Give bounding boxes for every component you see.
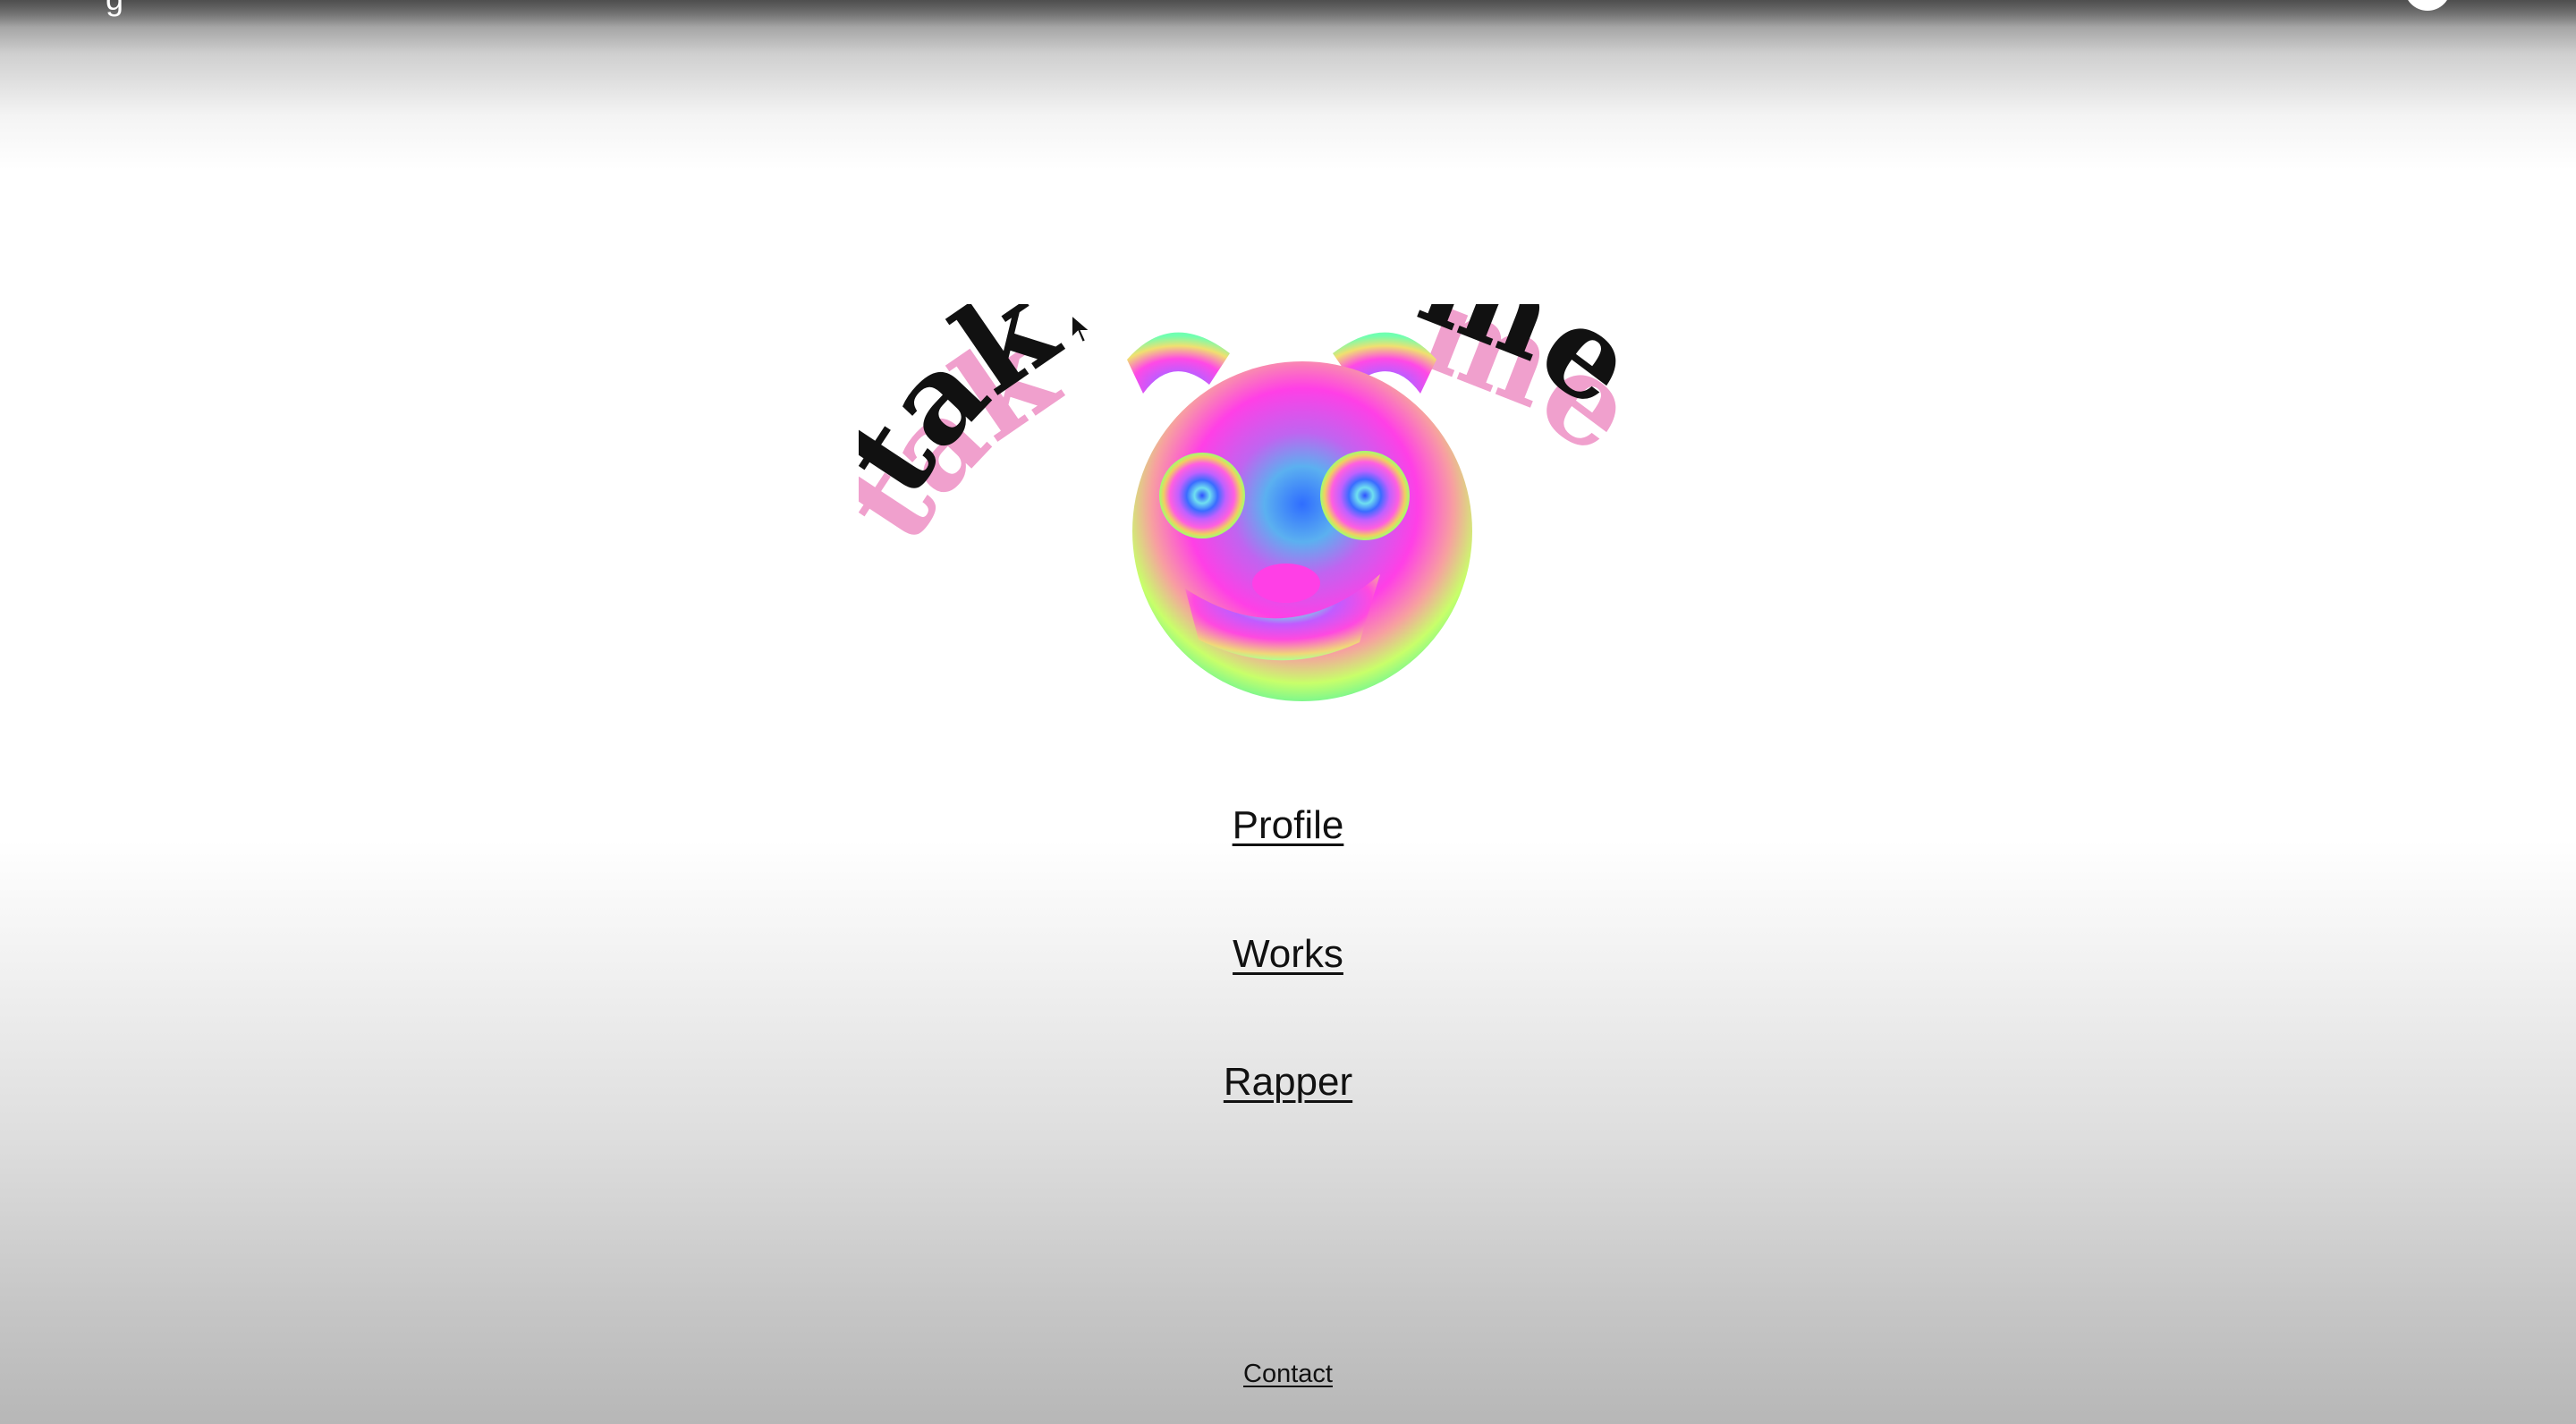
nav-link-works[interactable]: Works	[1109, 932, 1467, 977]
left-ear	[1127, 332, 1230, 394]
nav-link-profile[interactable]: Profile	[1109, 803, 1467, 848]
rainbow-bear-face-icon	[1127, 332, 1472, 701]
bear-nose	[1252, 564, 1320, 603]
nav-link-rapper[interactable]: Rapper	[1109, 1060, 1467, 1105]
top-left-overlay-glyph: g	[106, 0, 123, 18]
site-logo[interactable]: tak me tak me	[859, 304, 1717, 751]
right-eye	[1320, 451, 1410, 540]
video-top-vignette	[0, 0, 2576, 27]
mouse-cursor-icon	[1071, 313, 1093, 344]
left-eye	[1159, 453, 1245, 538]
video-overlay-mark: ᐟᐟ	[2488, 0, 2511, 12]
contact-link[interactable]: Contact	[1154, 1360, 1422, 1389]
